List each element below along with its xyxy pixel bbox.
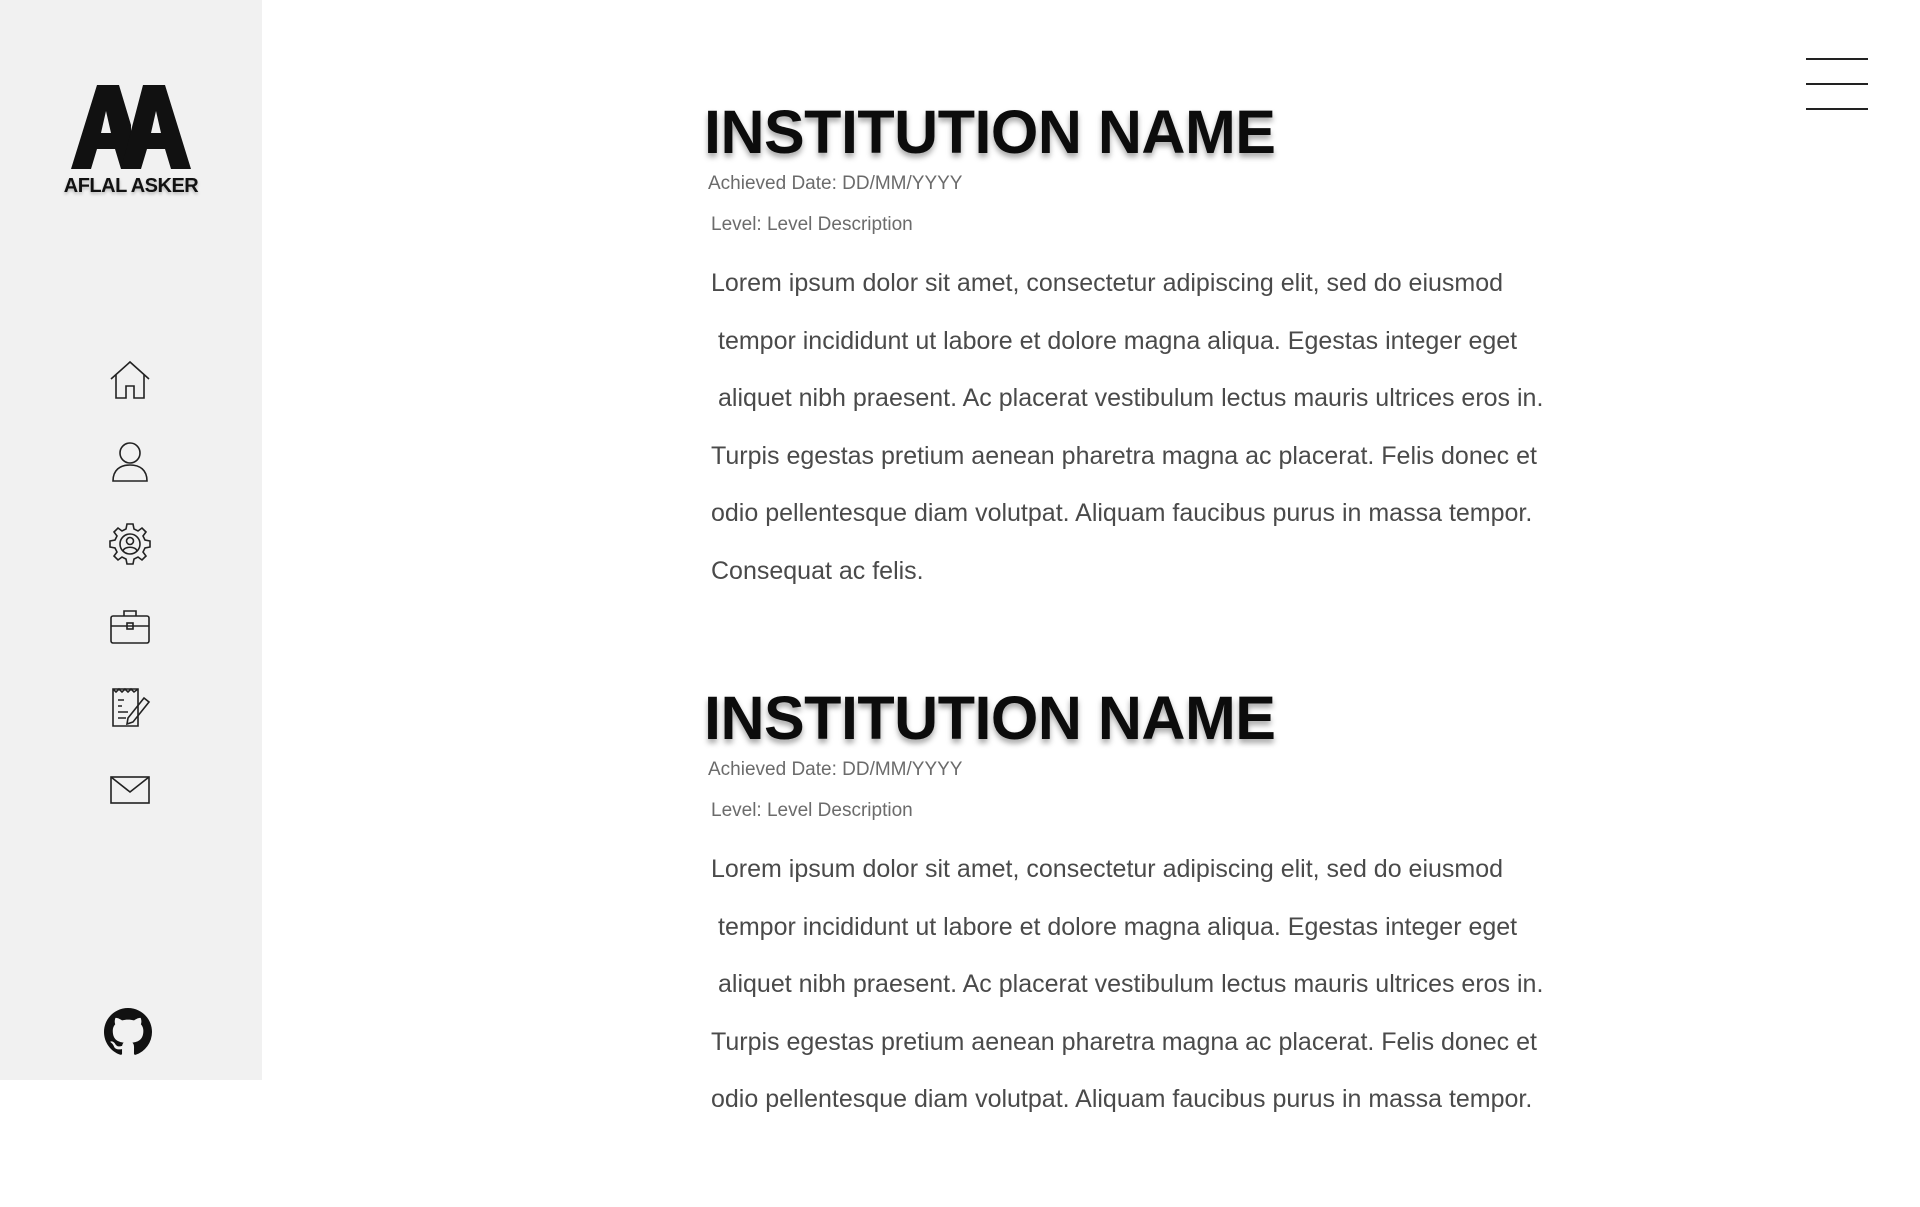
description-line: Consequat ac felis. [711,556,924,585]
hamburger-menu-icon [1806,58,1868,60]
sidebar-item-skills[interactable] [100,514,160,574]
institution-name: INSTITUTION NAME [704,98,1276,166]
brand-name: AFLAL ASKER [63,175,199,197]
level-description: Level: Level Description [711,800,913,821]
home-icon [110,360,150,399]
description-line: Turpis egestas pretium aenean pharetra m… [711,1027,1537,1056]
level-description: Level: Level Description [711,214,913,235]
sidebar: AFLAL ASKER [0,0,262,1080]
sidebar-item-experience[interactable] [100,596,160,656]
hamburger-line [1806,83,1868,85]
hamburger-line [1806,108,1868,110]
aa-logo-icon [71,85,191,169]
description-line: Lorem ipsum dolor sit amet, consectetur … [711,855,1504,883]
education-entry: INSTITUTION NAME Achieved Date: DD/MM/YY… [704,92,1584,600]
user-icon [112,442,148,482]
description-line: aliquet nibh praesent. Ac placerat vesti… [718,384,1544,412]
briefcase-icon [110,610,150,644]
brand-logo[interactable]: AFLAL ASKER [60,85,202,198]
description-line: tempor incididunt ut labore et dolore ma… [718,326,1518,355]
document-edit-icon [112,687,151,727]
sidebar-nav [100,350,160,842]
sidebar-item-education[interactable] [100,678,160,738]
entry-description: Lorem ipsum dolor sit amet, consectetur … [711,255,1584,600]
description-line: aliquet nibh praesent. Ac placerat vesti… [718,970,1544,998]
education-entry: INSTITUTION NAME Achieved Date: DD/MM/YY… [704,678,1584,1129]
achieved-date: Achieved Date: DD/MM/YYYY [708,759,963,780]
sidebar-item-home[interactable] [100,350,160,410]
achieved-date: Achieved Date: DD/MM/YYYY [708,173,963,194]
entry-description: Lorem ipsum dolor sit amet, consectetur … [711,841,1584,1129]
description-line: Lorem ipsum dolor sit amet, consectetur … [711,269,1504,297]
github-link[interactable] [104,1008,154,1058]
github-icon [104,1008,152,1055]
sidebar-item-about[interactable] [100,432,160,492]
sidebar-item-contact[interactable] [100,760,160,820]
description-line: tempor incididunt ut labore et dolore ma… [718,912,1518,941]
description-line: odio pellentesque diam volutpat. Aliquam… [711,499,1533,527]
gear-icon [109,523,151,565]
mail-icon [110,776,150,804]
education-list: INSTITUTION NAME Achieved Date: DD/MM/YY… [704,92,1584,1207]
institution-name: INSTITUTION NAME [704,684,1276,752]
description-line: Turpis egestas pretium aenean pharetra m… [711,441,1537,470]
hamburger-menu-button[interactable] [1806,58,1870,116]
